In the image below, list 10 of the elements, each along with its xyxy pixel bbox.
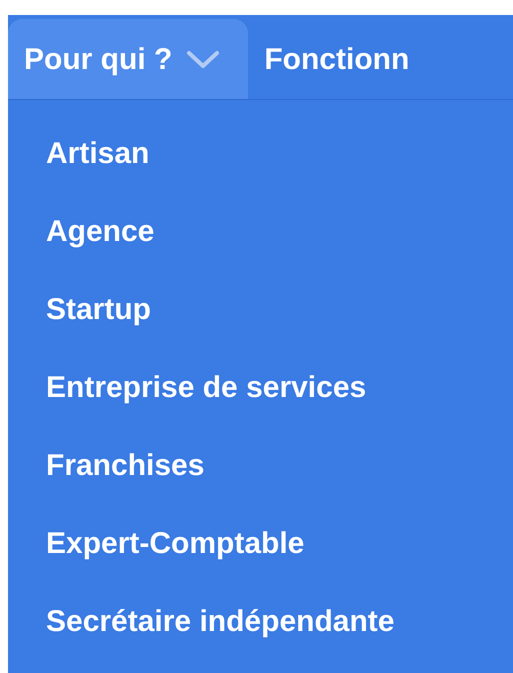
menu-item[interactable]: Franchises [46, 447, 513, 485]
chevron-icon [186, 49, 220, 69]
menu-item[interactable]: Startup [46, 291, 513, 329]
menu-item[interactable]: Artisan [46, 135, 513, 173]
menu-item[interactable]: Entreprise de services [46, 369, 513, 407]
menu-item[interactable]: Agence [46, 213, 513, 251]
nav-tab[interactable]: Fonctionn [248, 19, 438, 99]
nav-tab[interactable]: Pour qui ? [8, 19, 248, 99]
menu-item[interactable]: Expert-Comptable [46, 525, 513, 563]
menu-item[interactable]: Secrétaire indépendante [46, 603, 513, 641]
